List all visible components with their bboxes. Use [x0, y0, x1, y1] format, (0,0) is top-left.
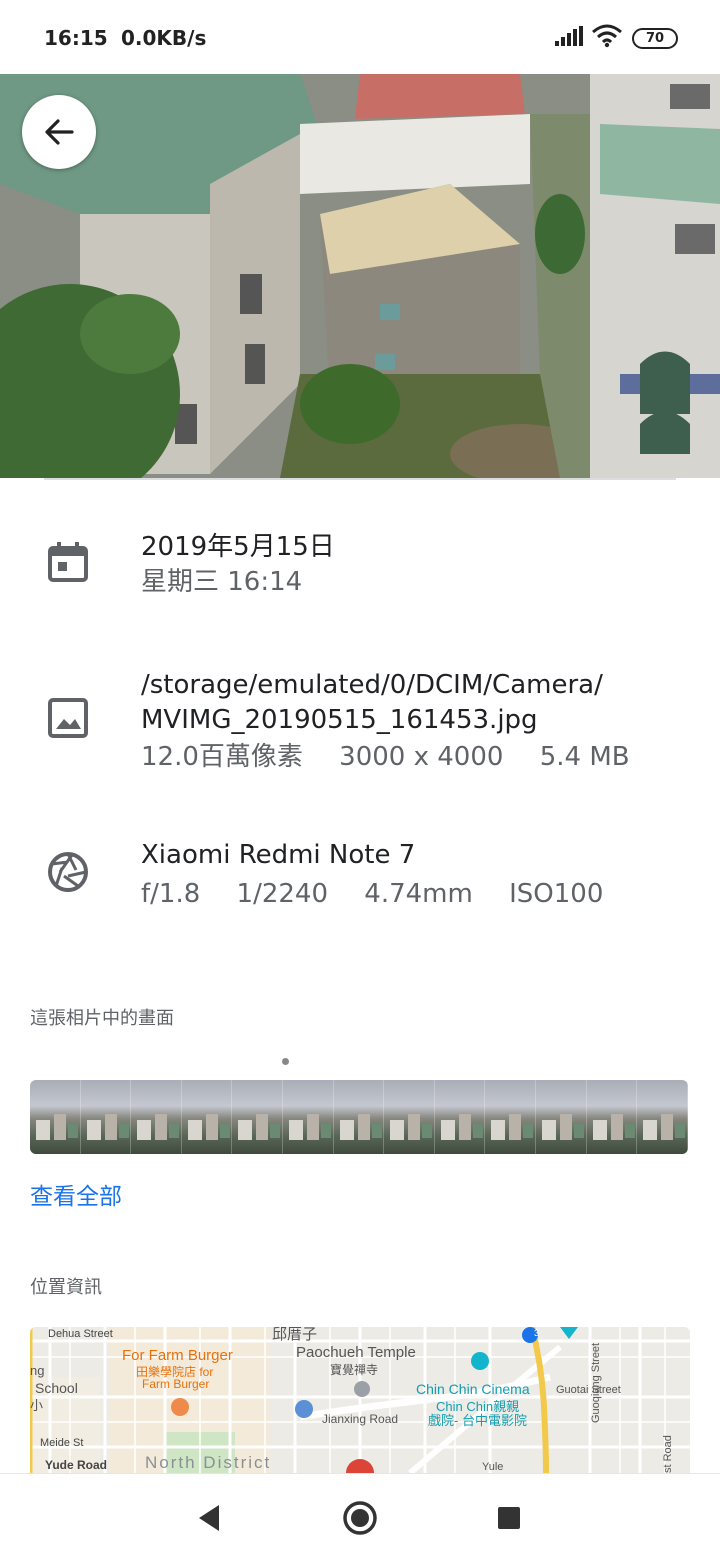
frame-thumb[interactable]	[30, 1080, 81, 1154]
frame-thumb[interactable]	[485, 1080, 537, 1154]
map-label: ng	[30, 1363, 45, 1378]
home-circle-icon[interactable]	[342, 1500, 378, 1536]
map-label: Jianxing Road	[322, 1412, 399, 1426]
map-label: Farm Burger	[142, 1377, 210, 1391]
map-label: School	[35, 1380, 78, 1396]
arrow-back-icon	[45, 119, 74, 145]
frame-position-dot	[282, 1058, 289, 1065]
location-section-title: 位置資訊	[30, 1277, 102, 1298]
map-label: For Farm Burger	[122, 1347, 233, 1364]
signal-icon	[555, 26, 583, 50]
back-button[interactable]	[22, 95, 96, 169]
file-size: 5.4 MB	[539, 742, 630, 772]
status-time: 16:15	[44, 26, 108, 50]
shutter-value: 1/2240	[236, 879, 329, 909]
frame-thumb[interactable]	[434, 1080, 486, 1154]
calendar-icon	[46, 540, 90, 588]
frame-thumb[interactable]	[586, 1080, 638, 1154]
wifi-icon	[591, 24, 623, 52]
frame-thumb[interactable]	[283, 1080, 334, 1154]
weekday-time-text: 星期三 16:14	[141, 567, 303, 597]
map-label: Dehua Street	[48, 1328, 113, 1340]
iso-value: ISO100	[509, 879, 604, 909]
map-label: st Road	[662, 1435, 674, 1473]
map-label: Guotai Street	[556, 1384, 621, 1396]
frame-thumb[interactable]	[232, 1080, 284, 1154]
map-label: Yude Road	[45, 1458, 108, 1472]
map-label: 3	[534, 1328, 540, 1338]
divider	[44, 478, 676, 480]
system-nav-bar	[0, 1473, 720, 1560]
location-map[interactable]: Dehua Street 邱厝子 3 For Farm Burger Paoch…	[30, 1327, 690, 1473]
map-label: 小	[30, 1398, 44, 1413]
map-label: 寶覺禪寺	[330, 1363, 379, 1377]
frame-thumb[interactable]	[384, 1080, 435, 1154]
file-path-line2: MVIMG_20190515_161453.jpg	[141, 705, 538, 735]
map-label: 戲院- 台中電影院	[428, 1413, 527, 1428]
camera-model: Xiaomi Redmi Note 7	[141, 840, 416, 870]
frame-thumb[interactable]	[333, 1080, 385, 1154]
photo-preview[interactable]	[0, 74, 720, 478]
frame-thumb[interactable]	[80, 1080, 132, 1154]
status-bar: 16:15 0.0KB/s 70	[0, 0, 720, 74]
aperture-icon	[46, 850, 90, 898]
map-label: Guoqiang Street	[590, 1342, 602, 1423]
battery-icon: 70	[632, 28, 678, 49]
map-label: North District	[145, 1453, 272, 1472]
map-label: Paochueh Temple	[296, 1344, 416, 1361]
frame-thumb[interactable]	[536, 1080, 587, 1154]
recents-square-icon[interactable]	[498, 1507, 520, 1529]
network-speed: 0.0KB/s	[121, 26, 207, 50]
view-all-link[interactable]: 查看全部	[30, 1177, 122, 1211]
frame-thumb[interactable]	[181, 1080, 233, 1154]
aperture-value: f/1.8	[141, 879, 201, 909]
back-triangle-icon[interactable]	[198, 1504, 220, 1536]
date-text: 2019年5月15日	[141, 532, 335, 562]
motion-section-title: 這張相片中的畫面	[30, 1008, 174, 1029]
file-path-line1: /storage/emulated/0/DCIM/Camera/	[141, 670, 603, 700]
map-label: Chin Chin Cinema	[416, 1381, 530, 1397]
focal-length-value: 4.74mm	[364, 879, 473, 909]
frame-strip[interactable]	[30, 1080, 688, 1154]
frame-thumb[interactable]	[637, 1080, 688, 1154]
map-label: Yule	[482, 1461, 504, 1473]
resolution: 3000 x 4000	[339, 742, 504, 772]
map-label: 邱厝子	[272, 1327, 318, 1343]
image-icon	[46, 696, 90, 744]
megapixels: 12.0百萬像素	[141, 742, 303, 772]
frame-thumb[interactable]	[131, 1080, 182, 1154]
map-label: Meide St	[40, 1437, 84, 1449]
